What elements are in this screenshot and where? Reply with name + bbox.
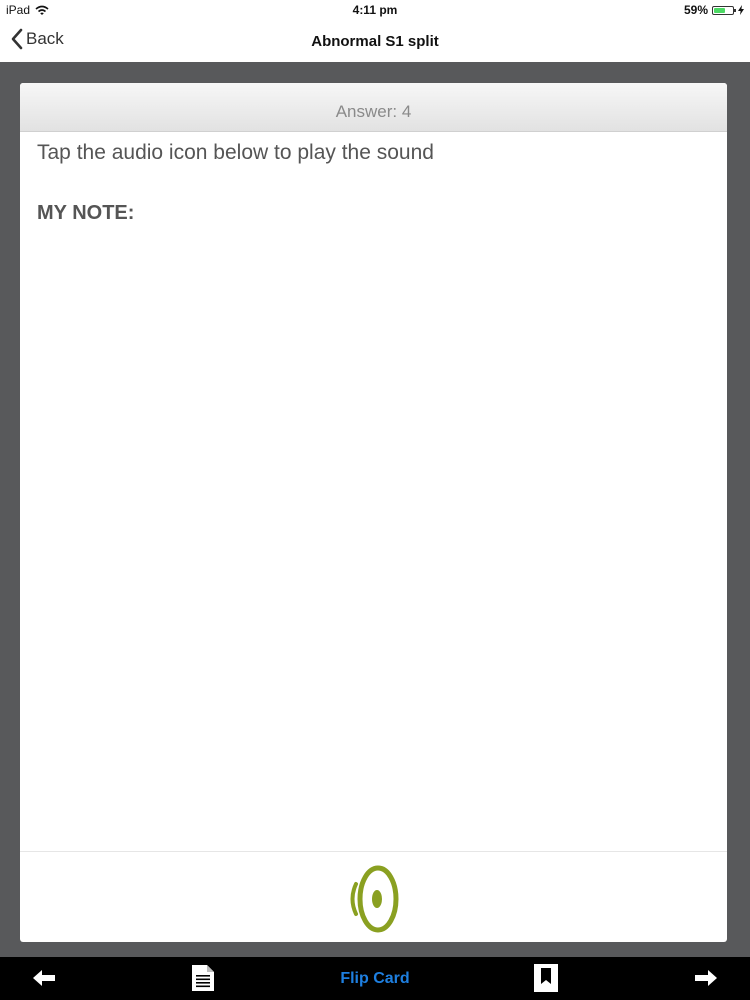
status-right: 59% [684, 3, 744, 17]
nav-bar: Back Abnormal S1 split [0, 22, 750, 62]
battery-icon [712, 5, 736, 15]
page-title: Abnormal S1 split [311, 33, 439, 50]
battery-percent: 59% [683, 3, 708, 17]
instructions-text: Tap the audio icon below to play the sou… [37, 141, 434, 164]
my-note-label: MY NOTE: [37, 202, 135, 224]
flash-card: Answer: 4 Tap the audio icon below to pl… [20, 83, 727, 942]
speaker-audio-icon[interactable] [347, 864, 403, 934]
charging-bolt-icon [738, 5, 744, 15]
card-footer [20, 851, 727, 942]
answer-header: Answer: 4 [20, 83, 727, 132]
battery-level [714, 7, 725, 13]
arrow-right-icon[interactable] [695, 969, 717, 987]
status-time: 4:11 pm [352, 3, 398, 17]
flip-card-wrapper: Flip Card [0, 970, 750, 988]
status-bar: iPad 4:11 pm 59% [0, 0, 750, 22]
flip-card-button[interactable]: Flip Card [340, 970, 409, 987]
document-icon[interactable] [191, 964, 215, 992]
bookmark-icon[interactable] [534, 964, 558, 992]
bottom-toolbar: Flip Card [0, 957, 750, 1000]
arrow-left-icon[interactable] [33, 969, 55, 987]
